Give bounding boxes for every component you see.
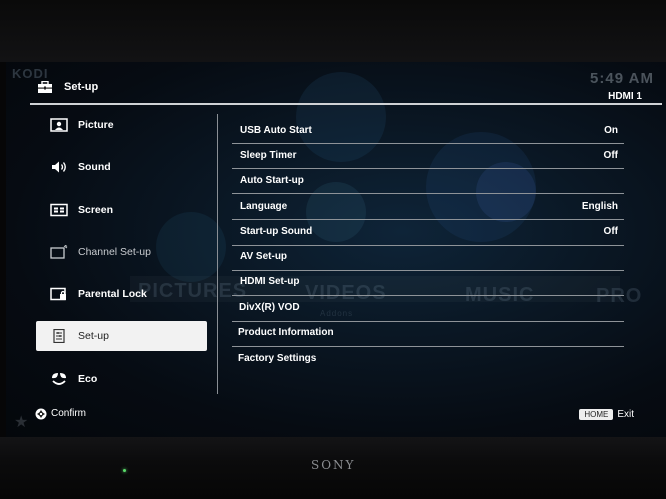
screen-icon	[50, 203, 68, 217]
input-source-label: HDMI 1	[608, 91, 642, 102]
sidebar-item-channel-setup[interactable]: Channel Set-up	[36, 237, 207, 267]
sidebar-item-label: Eco	[78, 373, 98, 385]
sidebar-item-picture[interactable]: Picture	[36, 110, 207, 140]
setting-label: AV Set-up	[240, 251, 288, 262]
setting-usb-auto-start[interactable]: USB Auto Start On	[240, 118, 622, 143]
tv-photo: KODI 5:49 AM PICTURES VIDEOS MUSIC PRO A…	[0, 0, 666, 499]
home-key-badge: HOME	[579, 409, 614, 420]
power-led	[123, 469, 126, 472]
sidebar-item-label: Screen	[78, 204, 114, 216]
exit-hint: HOME Exit	[579, 409, 634, 420]
tv-brand-logo: SONY	[311, 458, 356, 472]
picture-icon	[50, 118, 68, 132]
setting-label: Language	[240, 201, 288, 212]
setup-icon	[50, 329, 68, 343]
sidebar-divider	[217, 114, 218, 394]
sidebar-item-label: Sound	[78, 161, 111, 173]
menu-title: Set-up	[36, 77, 98, 97]
setting-av-setup[interactable]: AV Set-up	[240, 244, 622, 269]
speaker-icon	[50, 160, 68, 174]
setting-value: English	[581, 201, 618, 212]
setting-start-up-sound[interactable]: Start-up Sound Off	[240, 219, 622, 244]
confirm-button-icon	[34, 407, 47, 420]
sidebar-item-sound[interactable]: Sound	[36, 152, 207, 182]
setting-hdmi-setup[interactable]: HDMI Set-up	[240, 269, 622, 294]
setting-label: USB Auto Start	[240, 125, 312, 136]
lock-icon	[50, 287, 68, 301]
setting-value: Off	[603, 150, 618, 161]
confirm-label: Confirm	[51, 408, 87, 419]
setting-label: HDMI Set-up	[240, 276, 300, 287]
toolbox-icon	[36, 80, 54, 94]
sidebar-item-parental-lock[interactable]: Parental Lock	[36, 279, 207, 309]
setting-label: DivX(R) VOD	[239, 302, 300, 313]
setting-label: Auto Start-up	[240, 175, 304, 186]
channel-icon	[50, 245, 68, 259]
setting-factory-settings[interactable]: Factory Settings	[238, 346, 620, 371]
sidebar-item-label: Set-up	[78, 330, 109, 342]
sidebar-item-label: Parental Lock	[78, 288, 147, 300]
sidebar-item-label: Channel Set-up	[78, 246, 151, 258]
setting-value: On	[604, 125, 618, 136]
setting-value: Off	[603, 226, 618, 237]
setting-divx-vod[interactable]: DivX(R) VOD	[239, 295, 621, 320]
setting-product-information[interactable]: Product Information	[238, 320, 620, 345]
setting-label: Product Information	[238, 327, 334, 338]
background-star-icon: ★	[14, 414, 29, 431]
setting-label: Factory Settings	[238, 353, 317, 364]
sidebar-item-screen[interactable]: Screen	[36, 195, 207, 225]
tv-bezel-top	[0, 0, 666, 62]
sidebar-item-eco[interactable]: Eco	[36, 364, 207, 394]
setting-language[interactable]: Language English	[240, 194, 622, 219]
setting-label: Sleep Timer	[240, 150, 297, 161]
setting-auto-start-up[interactable]: Auto Start-up	[240, 168, 622, 193]
background-clock: 5:49 AM	[590, 70, 654, 87]
setting-label: Start-up Sound	[240, 226, 313, 237]
sidebar-item-label: Picture	[78, 119, 114, 131]
confirm-hint: Confirm	[34, 407, 86, 420]
menu-title-label: Set-up	[64, 81, 99, 93]
header-divider	[30, 103, 662, 105]
exit-label: Exit	[617, 409, 634, 420]
setting-sleep-timer[interactable]: Sleep Timer Off	[240, 143, 622, 168]
sidebar-item-setup[interactable]: Set-up	[36, 321, 207, 351]
eco-icon	[50, 372, 68, 386]
